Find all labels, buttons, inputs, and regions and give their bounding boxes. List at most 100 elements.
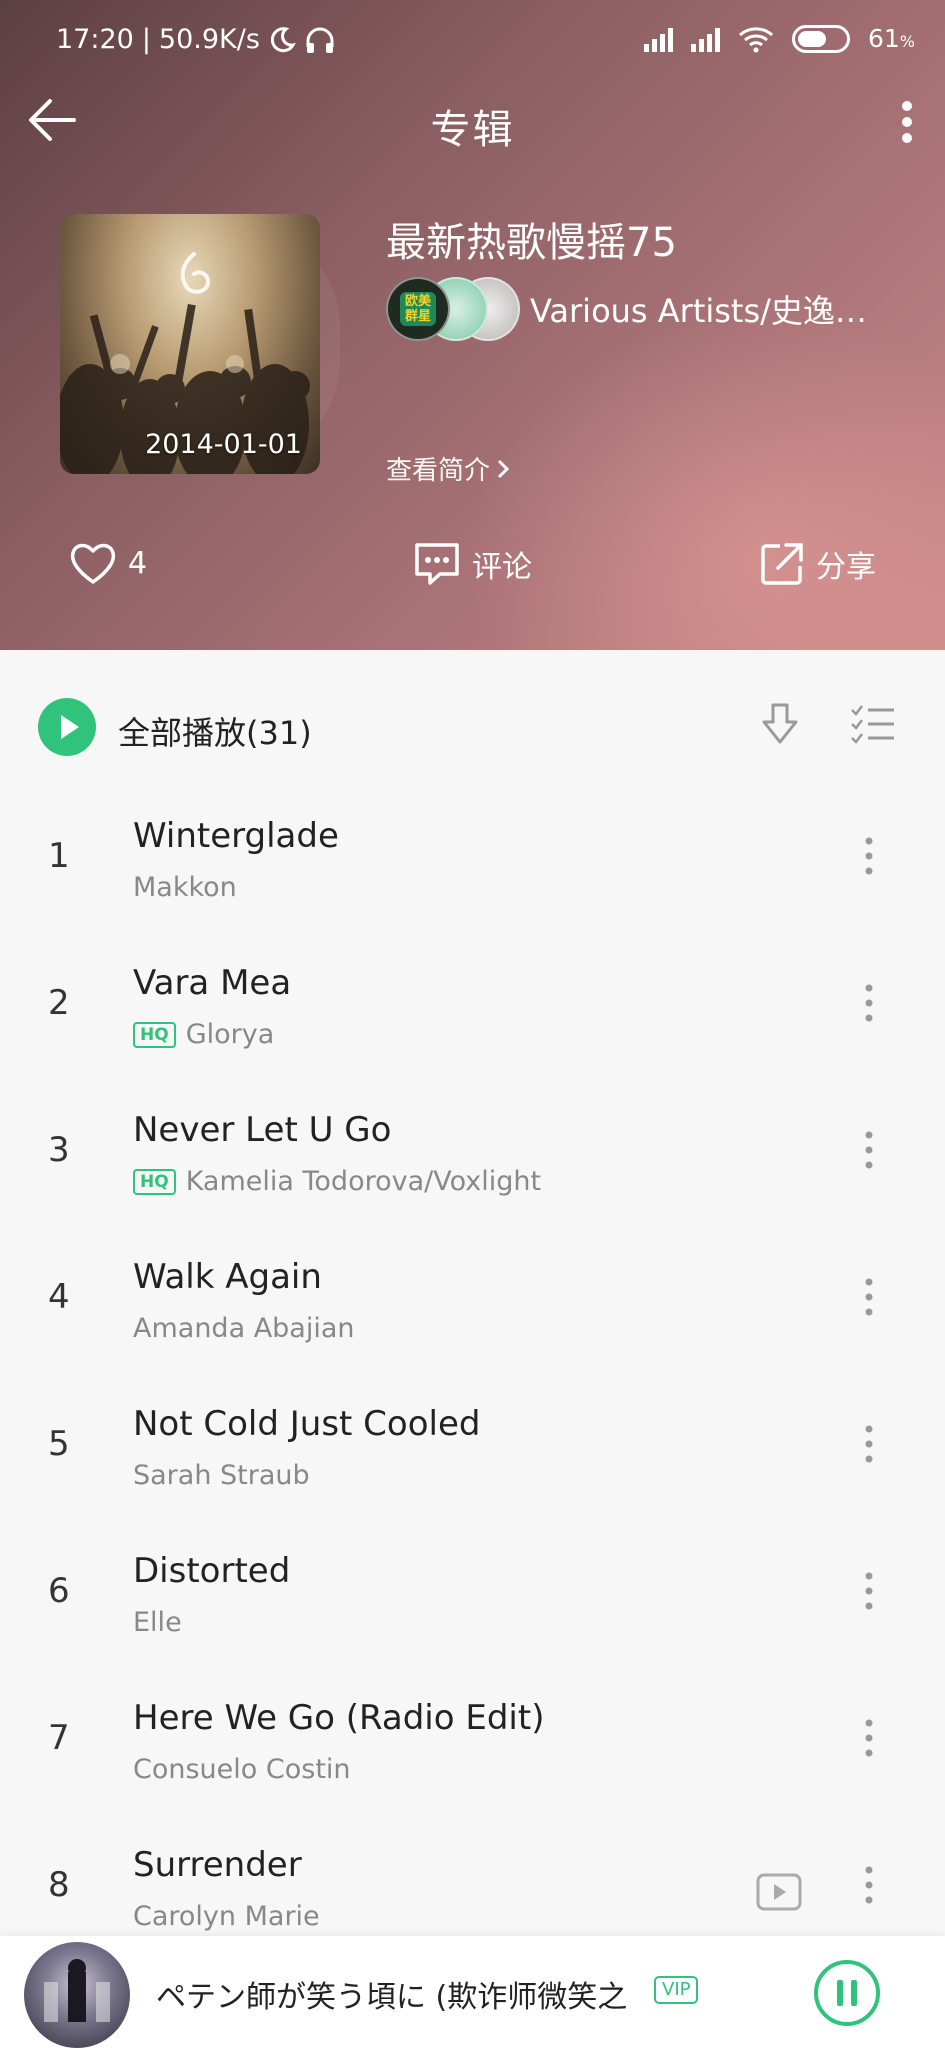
share-label: 分享 xyxy=(816,550,876,585)
song-title: Walk Again xyxy=(133,1257,322,1297)
headphones-icon xyxy=(306,27,334,53)
multi-select-icon[interactable] xyxy=(850,704,896,744)
song-title: Winterglade xyxy=(133,816,339,856)
more-vertical-icon[interactable] xyxy=(899,99,915,145)
play-icon xyxy=(61,715,79,739)
song-title: Vara Mea xyxy=(133,963,292,1003)
song-more-icon[interactable] xyxy=(864,1130,874,1170)
hq-badge: HQ xyxy=(133,1168,176,1195)
song-row[interactable]: 6 Distorted Elle xyxy=(0,1535,945,1682)
hq-badge: HQ xyxy=(133,1021,176,1048)
song-subtitle: Elle xyxy=(133,1607,182,1638)
hd-signal-icon xyxy=(643,26,673,52)
status-left: 17:20 | 50.9K/s xyxy=(56,24,336,55)
song-subtitle: Carolyn Marie xyxy=(133,1901,320,1932)
song-title: Distorted xyxy=(133,1551,291,1591)
song-more-icon[interactable] xyxy=(864,983,874,1023)
song-number: 6 xyxy=(48,1571,70,1611)
page-title: 专辑 xyxy=(430,107,515,153)
intro-link-label: 查看简介 xyxy=(386,456,491,486)
music-note-logo-icon xyxy=(180,252,211,294)
download-icon[interactable] xyxy=(758,700,802,750)
song-row[interactable]: 4 Walk Again Amanda Abajian xyxy=(0,1241,945,1388)
song-artist: Kamelia Todorova/Voxlight xyxy=(185,1166,542,1197)
album-cover[interactable]: 2014-01-01 xyxy=(60,214,320,474)
status-right: 61% xyxy=(643,24,915,53)
song-artist: Glorya xyxy=(185,1019,275,1050)
song-artist: Elle xyxy=(133,1607,182,1638)
chevron-right-icon xyxy=(497,459,510,478)
status-divider: | xyxy=(141,24,151,55)
mv-video-icon[interactable] xyxy=(756,1873,802,1911)
artist-names: Various Artists/史逸… xyxy=(530,292,867,330)
comment-button[interactable]: 评论 xyxy=(412,540,532,588)
heart-icon xyxy=(70,543,116,584)
song-row[interactable]: 2 Vara Mea HQ Glorya xyxy=(0,947,945,1094)
song-more-icon[interactable] xyxy=(864,836,874,876)
song-more-icon[interactable] xyxy=(864,1718,874,1758)
status-net-speed: 50.9K/s xyxy=(158,24,260,55)
pause-button-icon[interactable] xyxy=(812,1958,882,2028)
song-artist: Consuelo Costin xyxy=(133,1754,351,1785)
song-artist: Amanda Abajian xyxy=(133,1313,355,1344)
song-more-icon[interactable] xyxy=(864,1865,874,1905)
cover-date: 2014-01-01 xyxy=(145,429,302,460)
mini-player[interactable]: ペテン師が笑う頃に (欺诈师微笑之 VIP xyxy=(0,1936,945,2048)
status-bar: 17:20 | 50.9K/s 61% xyxy=(0,20,945,64)
song-title: Surrender xyxy=(133,1845,302,1885)
song-row[interactable]: 5 Not Cold Just Cooled Sarah Straub xyxy=(0,1388,945,1535)
song-subtitle: HQ Kamelia Todorova/Voxlight xyxy=(133,1166,541,1197)
album-header: 17:20 | 50.9K/s 61% 专辑 2014-01-01 最新热歌慢摇… xyxy=(0,0,945,650)
signal-icon xyxy=(690,26,720,52)
artist-avatars: 欧美群星 xyxy=(386,274,526,344)
song-number: 8 xyxy=(48,1865,70,1905)
intro-link[interactable]: 查看简介 xyxy=(386,450,510,487)
play-all-row: 全部播放(31) xyxy=(0,690,945,770)
song-subtitle: Sarah Straub xyxy=(133,1460,310,1491)
song-subtitle: HQ Glorya xyxy=(133,1019,274,1050)
song-number: 3 xyxy=(48,1130,70,1170)
song-title: Not Cold Just Cooled xyxy=(133,1404,481,1444)
song-row[interactable]: 1 Winterglade Makkon xyxy=(0,800,945,947)
song-number: 1 xyxy=(48,836,70,876)
moon-icon xyxy=(270,26,296,52)
song-row[interactable]: 7 Here We Go (Radio Edit) Consuelo Costi… xyxy=(0,1682,945,1829)
top-bar: 专辑 xyxy=(0,85,945,155)
vip-badge: VIP xyxy=(654,1976,699,2004)
battery-icon xyxy=(791,24,850,53)
song-title: Here We Go (Radio Edit) xyxy=(133,1698,545,1738)
like-button[interactable]: 4 xyxy=(68,540,147,586)
share-button[interactable]: 分享 xyxy=(758,540,876,588)
song-more-icon[interactable] xyxy=(864,1424,874,1464)
player-cover-art xyxy=(44,1959,110,2022)
song-artist: Makkon xyxy=(133,872,237,903)
battery-text: 61% xyxy=(867,24,915,53)
song-number: 5 xyxy=(48,1424,70,1464)
song-more-icon[interactable] xyxy=(864,1277,874,1317)
album-title: 最新热歌慢摇75 xyxy=(386,220,677,266)
like-count: 4 xyxy=(128,545,148,581)
comment-label: 评论 xyxy=(472,550,532,585)
artist-avatar-1: 欧美群星 xyxy=(386,277,450,341)
song-title: Never Let U Go xyxy=(133,1110,392,1150)
song-row[interactable]: 3 Never Let U Go HQ Kamelia Todorova/Voxl… xyxy=(0,1094,945,1241)
song-more-icon[interactable] xyxy=(864,1571,874,1611)
share-icon xyxy=(761,543,803,585)
song-subtitle: Consuelo Costin xyxy=(133,1754,351,1785)
play-all-label[interactable]: 全部播放(31) xyxy=(118,708,312,754)
avatar-badge-text: 欧美群星 xyxy=(400,292,436,326)
song-artist: Carolyn Marie xyxy=(133,1901,320,1932)
song-subtitle: Makkon xyxy=(133,872,237,903)
artist-row[interactable]: 欧美群星 Various Artists/史逸… xyxy=(386,274,867,344)
now-playing-title: ペテン師が笑う頃に (欺诈师微笑之 xyxy=(156,1980,628,2015)
status-time: 17:20 xyxy=(56,24,134,55)
song-number: 7 xyxy=(48,1718,70,1758)
battery-fill xyxy=(797,30,827,47)
action-row: 4 评论 分享 xyxy=(0,540,945,600)
wifi-icon xyxy=(738,26,773,52)
song-list: 1 Winterglade Makkon 2 Vara Mea HQ Glorya… xyxy=(0,800,945,1976)
song-subtitle: Amanda Abajian xyxy=(133,1313,355,1344)
player-cover[interactable] xyxy=(24,1942,130,2048)
comment-icon xyxy=(415,543,459,585)
play-all-button[interactable] xyxy=(38,698,96,756)
